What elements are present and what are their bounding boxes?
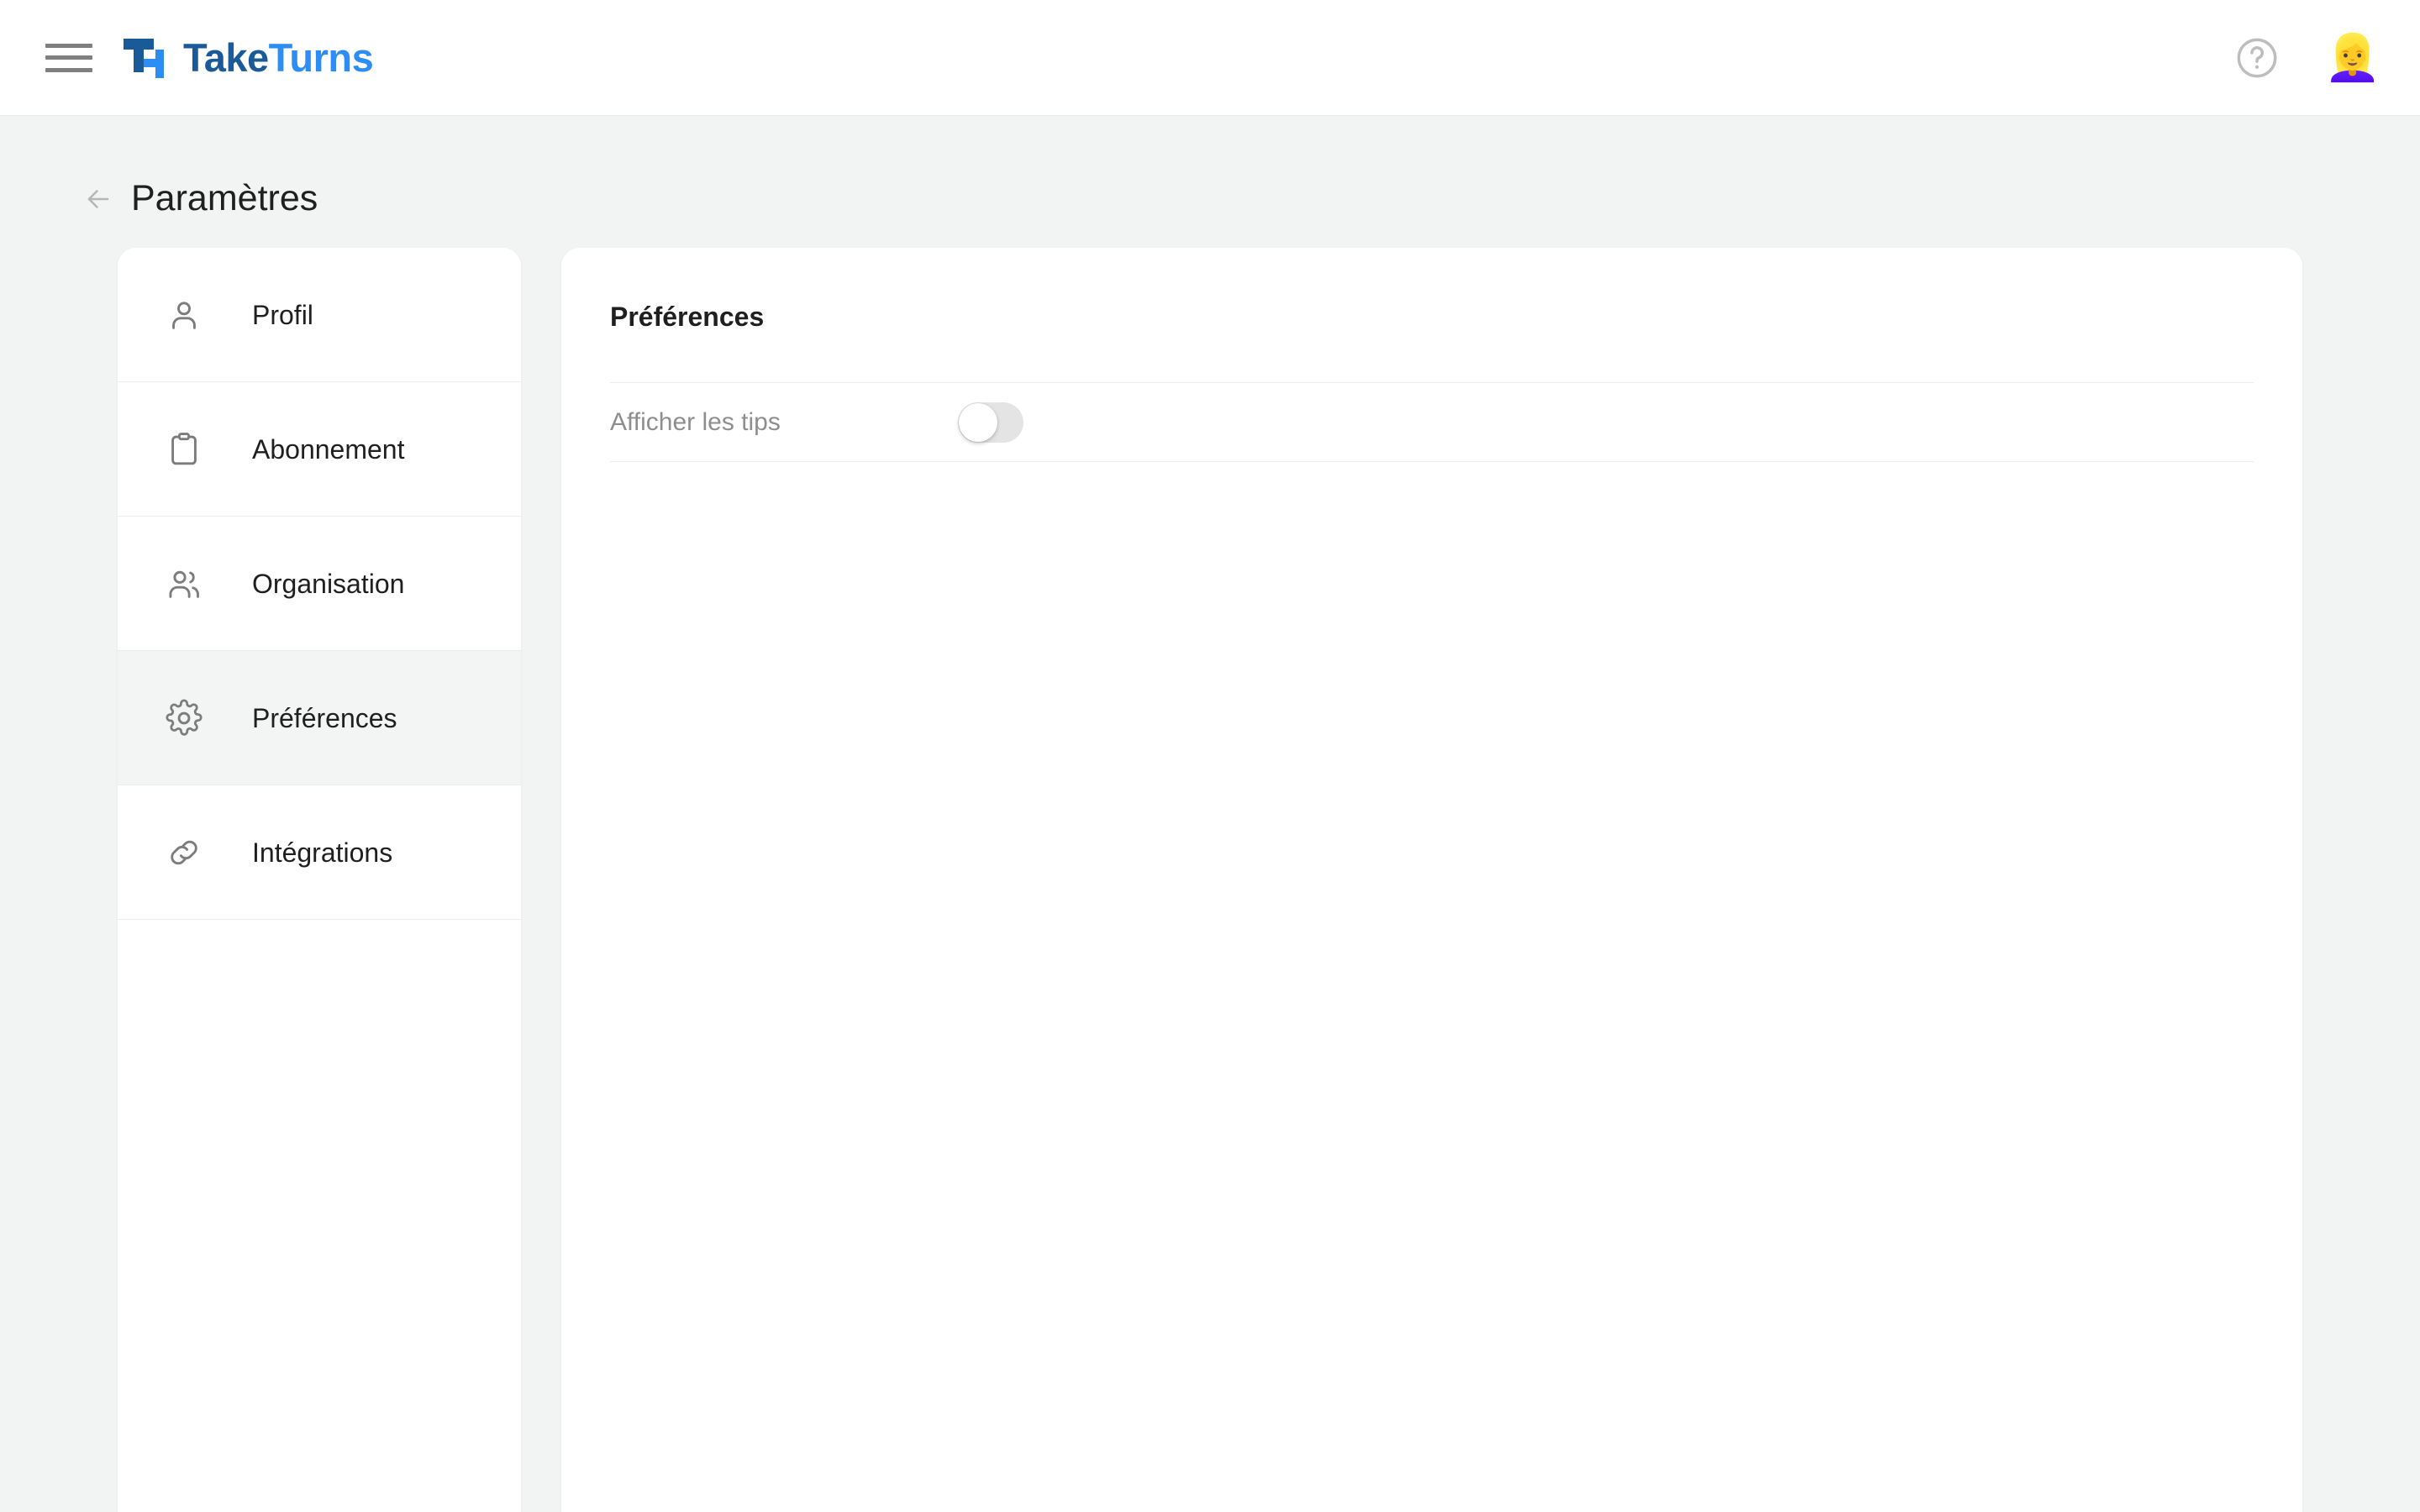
sidebar-item-label: Organisation (252, 568, 405, 599)
settings-layout: Profil Abonnement Organisation Préférenc… (0, 248, 2420, 1512)
user-icon (172, 301, 196, 329)
sidebar-item-label: Abonnement (252, 433, 405, 465)
sidebar-item-integrations[interactable]: Intégrations (118, 785, 521, 920)
sidebar-item-abonnement[interactable]: Abonnement (118, 382, 521, 517)
sidebar-item-profil[interactable]: Profil (118, 248, 521, 382)
preference-label: Afficher les tips (610, 407, 781, 436)
brand-name-take: Take (183, 35, 269, 80)
preferences-panel: Préférences Afficher les tips (561, 248, 2302, 1512)
app-header: TakeTurns 👱‍♀️ (0, 0, 2420, 116)
taketurns-logo-icon (124, 38, 164, 78)
hamburger-bar (45, 55, 92, 60)
sidebar-item-label: Intégrations (252, 837, 393, 868)
brand-logo[interactable]: TakeTurns (123, 34, 374, 82)
sidebar-item-label: Profil (252, 299, 313, 330)
header-actions: 👱‍♀️ (2235, 32, 2381, 84)
clipboard-icon (171, 432, 197, 465)
hamburger-bar (45, 43, 92, 48)
sidebar-item-organisation[interactable]: Organisation (118, 517, 521, 651)
brand-name-turns: Turns (268, 35, 374, 80)
page-header: Paramètres (0, 116, 2420, 221)
page-title: Paramètres (131, 178, 318, 218)
gear-icon (166, 699, 203, 736)
avatar[interactable]: 👱‍♀️ (2324, 32, 2381, 84)
link-icon (171, 840, 197, 864)
sidebar-item-label: Préférences (252, 702, 397, 733)
brand-name: TakeTurns (183, 35, 374, 80)
help-icon[interactable] (2235, 36, 2279, 80)
toggle-knob (959, 402, 997, 442)
users-icon (169, 570, 199, 598)
panel-title: Préférences (610, 302, 765, 332)
back-arrow-icon[interactable] (82, 183, 114, 215)
hamburger-bar (45, 67, 92, 72)
sidebar-item-preferences[interactable]: Préférences (118, 651, 521, 785)
settings-sidebar: Profil Abonnement Organisation Préférenc… (118, 248, 521, 1512)
hamburger-menu-icon[interactable] (45, 40, 92, 76)
preference-row-afficher-les-tips: Afficher les tips (610, 382, 2254, 462)
show-tips-toggle[interactable] (958, 402, 1023, 443)
